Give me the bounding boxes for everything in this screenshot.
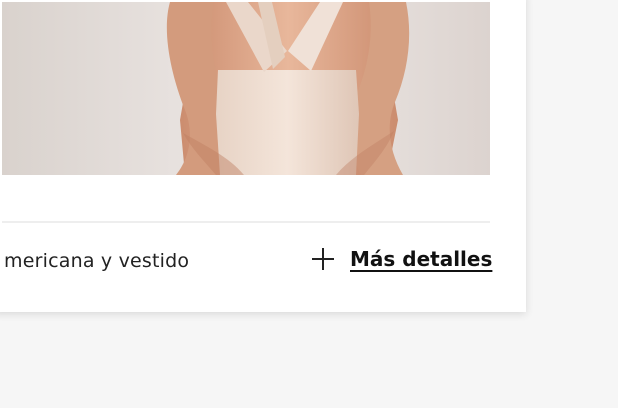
product-photo-illustration: [166, 2, 410, 175]
product-image[interactable]: [2, 2, 490, 175]
product-card: mericana y vestido Más detalles: [0, 0, 526, 312]
more-details-label[interactable]: Más detalles: [350, 247, 492, 271]
more-details-button[interactable]: Más detalles: [312, 244, 492, 274]
plus-icon: [312, 248, 334, 270]
page: mericana y vestido Más detalles: [0, 0, 618, 408]
divider: [2, 221, 490, 223]
product-description: mericana y vestido: [4, 250, 190, 272]
